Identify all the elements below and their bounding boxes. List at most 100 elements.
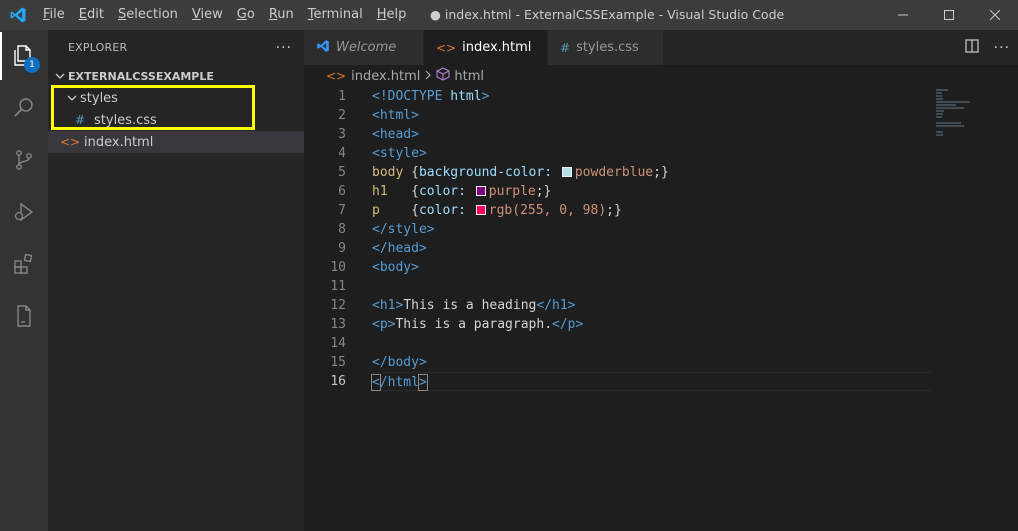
color-swatch[interactable]: [475, 186, 486, 196]
run-debug-icon: [14, 202, 34, 222]
bracket-match-token: >: [417, 374, 428, 391]
line-number: 7: [338, 203, 346, 218]
menu-label: un: [277, 7, 294, 22]
code-line: h1 {color: purple;}: [372, 182, 932, 201]
line-number: 14: [330, 336, 346, 351]
code-line: <body>: [372, 258, 932, 277]
property-token: background-color:: [418, 165, 553, 180]
minimize-button[interactable]: [880, 0, 926, 30]
tag-token: <style>: [372, 146, 427, 161]
workspace-folder-label: EXTERNALCSSEXAMPLE: [68, 69, 214, 83]
menu-item-terminal[interactable]: Terminal: [301, 0, 370, 30]
menu-item-file[interactable]: File: [36, 0, 72, 30]
editor-actions: ···: [964, 30, 1010, 65]
split-editor-button[interactable]: [964, 38, 980, 58]
tag-token: <body>: [372, 260, 419, 275]
run-debug-button[interactable]: [0, 186, 48, 238]
line-number: 5: [338, 165, 346, 180]
menu-mnemonic: E: [78, 7, 87, 22]
code-area[interactable]: <!DOCTYPE html> <html> <head> <style> bo…: [371, 87, 932, 391]
doctype-token: <!DOCTYPE: [372, 89, 443, 104]
tag-token: </h1>: [536, 298, 576, 313]
text-token: This is a heading: [403, 298, 537, 313]
menu-label: erminal: [313, 7, 363, 22]
vscode-logo-icon: [316, 39, 330, 56]
menu-item-run[interactable]: Run: [262, 0, 301, 30]
annotation-highlight-box: [51, 85, 255, 130]
vertical-scrollbar[interactable]: [1004, 87, 1018, 531]
breadcrumb-file[interactable]: index.html: [351, 69, 420, 84]
tag-token: </body>: [372, 355, 427, 370]
sidebar-header: EXPLORER ···: [48, 30, 304, 65]
tag-token: <html>: [372, 108, 419, 123]
code-editor[interactable]: 1 2 3 4 5 6 7 8 9 10 11 12 13 14 15 16 <!DOCTYPE html> …: [304, 87, 1018, 531]
menu-item-help[interactable]: Help: [370, 0, 414, 30]
punct-token: >: [481, 89, 490, 104]
line-number: 4: [338, 146, 346, 161]
line-number: 11: [330, 279, 346, 294]
search-button[interactable]: [0, 82, 48, 134]
color-swatch[interactable]: [561, 167, 572, 177]
tag-token: </p>: [552, 317, 584, 332]
tag-token: /html: [379, 375, 419, 390]
more-actions-button[interactable]: ···: [994, 40, 1010, 56]
menu-label: election: [126, 7, 178, 22]
menu-item-view[interactable]: View: [185, 0, 230, 30]
tab-label: styles.css: [576, 40, 639, 55]
source-control-button[interactable]: [0, 134, 48, 186]
search-icon: [14, 98, 33, 117]
menu-label: dit: [87, 7, 104, 22]
extensions-button[interactable]: [0, 238, 48, 290]
bracket-match-token: <: [371, 374, 381, 391]
breadcrumb-symbol[interactable]: html: [454, 69, 484, 84]
maximize-button[interactable]: [926, 0, 972, 30]
property-token: color:: [418, 203, 466, 218]
vscode-logo-icon[interactable]: [0, 0, 36, 30]
punct-token: ;}: [653, 165, 669, 180]
line-number: 10: [330, 260, 346, 275]
menu-item-go[interactable]: Go: [230, 0, 262, 30]
explorer-button[interactable]: 1: [0, 30, 48, 82]
workspace-folder[interactable]: EXTERNALCSSEXAMPLE: [48, 65, 304, 87]
remote-explorer-button[interactable]: [0, 290, 48, 342]
code-line: <p>This is a paragraph.</p>: [372, 315, 932, 334]
code-line: <style>: [372, 144, 932, 163]
code-line: <html>: [372, 106, 932, 125]
symbol-element-icon: [436, 67, 450, 85]
minimize-icon: [898, 14, 908, 16]
punct-token: ;}: [606, 203, 622, 218]
code-line-current: </html>: [371, 372, 932, 391]
line-number: 9: [338, 241, 346, 256]
menu-label: elp: [386, 7, 407, 22]
window-controls: [880, 0, 1018, 30]
line-number: 12: [330, 298, 346, 313]
menu-item-edit[interactable]: Edit: [72, 0, 111, 30]
punct-token: {: [411, 203, 419, 218]
more-actions-button[interactable]: ···: [276, 40, 292, 56]
tree-file-index-html[interactable]: <> index.html: [48, 131, 304, 153]
menu-label: ile: [49, 7, 65, 22]
html-file-icon: <>: [436, 40, 457, 55]
minimap[interactable]: [936, 87, 1006, 531]
punct-token: {: [411, 184, 419, 199]
maximize-icon: [944, 10, 954, 20]
line-number: 16: [330, 374, 346, 389]
extensions-icon: [14, 253, 33, 274]
menu-label: o: [246, 7, 255, 22]
line-number: 6: [338, 184, 346, 199]
remote-icon: [17, 305, 31, 327]
selector-token: body: [372, 165, 412, 180]
value-token: powderblue: [574, 165, 654, 180]
color-swatch[interactable]: [475, 205, 486, 215]
tab-styles-css[interactable]: # styles.css: [548, 30, 664, 65]
title-bar: File Edit Selection View Go Run Terminal Help ●…: [0, 0, 1018, 30]
html-file-icon: <>: [326, 69, 347, 83]
tab-index-html[interactable]: <> index.html: [424, 30, 548, 65]
line-number: 15: [330, 355, 346, 370]
menu-item-selection[interactable]: Selection: [111, 0, 185, 30]
line-number: 3: [338, 127, 346, 142]
text-token: This is a paragraph.: [395, 317, 553, 332]
tab-welcome[interactable]: Welcome: [304, 30, 424, 65]
close-window-button[interactable]: [972, 0, 1018, 30]
value-token: rgb(255, 0, 98): [488, 203, 607, 218]
